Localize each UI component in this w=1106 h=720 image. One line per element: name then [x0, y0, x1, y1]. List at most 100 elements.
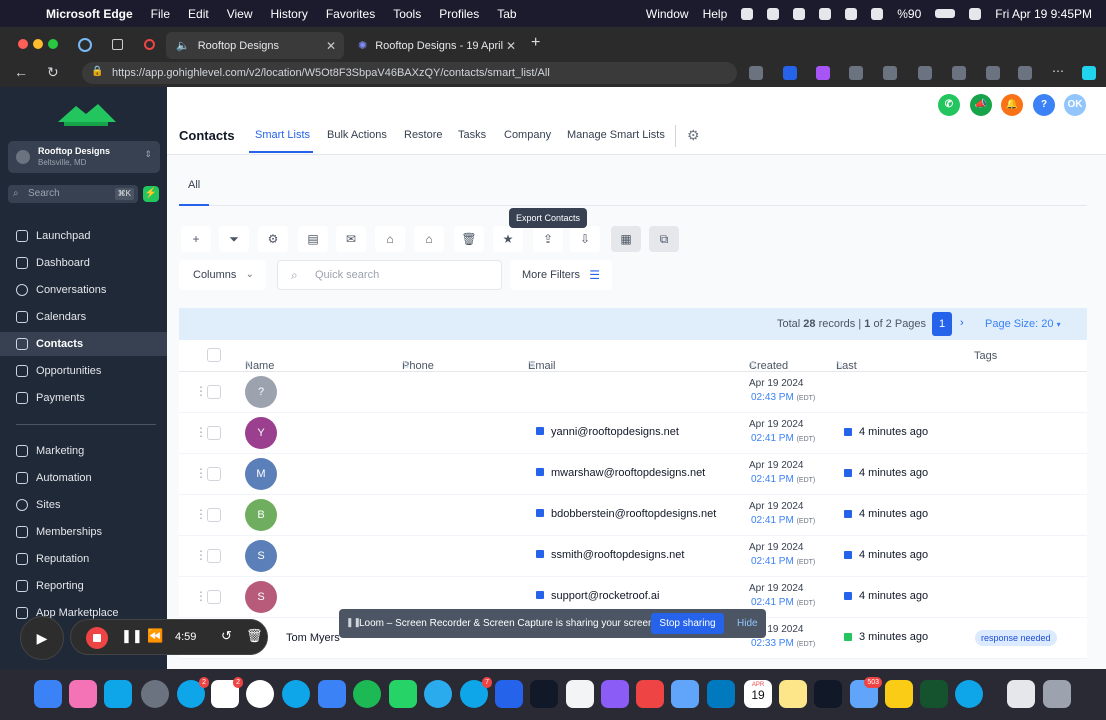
- contact-email[interactable]: mwarshaw@rooftopdesigns.net: [551, 467, 705, 479]
- tab-rooftop-designs-loom[interactable]: ✺ Rooftop Designs - 19 April 202 ✕: [348, 32, 524, 59]
- sidebar-item-memberships[interactable]: Memberships: [0, 520, 167, 544]
- export-icon[interactable]: ⇪: [533, 226, 563, 252]
- remove-tag-icon[interactable]: ⌂: [414, 226, 444, 252]
- maximize-window-button[interactable]: [48, 39, 58, 49]
- drag-handle-icon[interactable]: ⋮: [195, 425, 207, 439]
- tag-badge[interactable]: response needed: [975, 630, 1057, 646]
- filter-icon[interactable]: ⏷: [219, 226, 249, 252]
- system-settings-icon[interactable]: [141, 680, 169, 708]
- stop-sharing-button[interactable]: Stop sharing: [651, 613, 724, 634]
- app-icon[interactable]: [671, 680, 699, 708]
- sidebar-item-launchpad[interactable]: Launchpad: [0, 224, 167, 248]
- activity-monitor-icon[interactable]: [920, 680, 948, 708]
- table-row[interactable]: ⋮ Yyanni@rooftopdesigns.net Apr 19 2024 02:…: [179, 413, 1087, 454]
- restart-icon[interactable]: ↺: [221, 628, 232, 644]
- downloads-folder-icon[interactable]: [1007, 680, 1035, 708]
- contact-email[interactable]: support@rocketroof.ai: [551, 590, 659, 602]
- menu-tools[interactable]: Tools: [393, 7, 421, 21]
- menu-help[interactable]: Help: [703, 7, 728, 21]
- sidebar-item-marketing[interactable]: Marketing: [0, 439, 167, 463]
- row-checkbox[interactable]: [207, 385, 221, 399]
- row-checkbox[interactable]: [207, 467, 221, 481]
- menu-history[interactable]: History: [271, 7, 308, 21]
- menu-tab[interactable]: Tab: [497, 7, 516, 21]
- more-filters-button[interactable]: More Filters ☰: [510, 260, 612, 290]
- new-tab-icon[interactable]: +: [531, 34, 540, 52]
- skype-icon[interactable]: 7: [460, 677, 492, 708]
- refresh-icon[interactable]: ↻: [47, 64, 59, 81]
- back-icon[interactable]: ←: [14, 64, 28, 80]
- sidebar-item-opportunities[interactable]: Opportunities: [0, 359, 167, 383]
- menu-app-name[interactable]: Microsoft Edge: [46, 7, 133, 21]
- sidebar-item-reputation[interactable]: Reputation: [0, 547, 167, 571]
- help-icon[interactable]: ?: [1033, 94, 1055, 116]
- import-icon[interactable]: ⇩: [570, 226, 600, 252]
- app-icon[interactable]: [885, 680, 913, 708]
- quick-search-input[interactable]: ⌕ Quick search: [277, 260, 502, 290]
- columns-button[interactable]: Columns ⌄: [179, 260, 266, 290]
- sidebar-search[interactable]: ⌕ Search ⌘K: [8, 185, 138, 203]
- skype-icon[interactable]: 2: [177, 677, 209, 708]
- status-icon[interactable]: [793, 7, 806, 20]
- contact-email[interactable]: yanni@rooftopdesigns.net: [551, 426, 679, 438]
- app-icon[interactable]: [636, 680, 664, 708]
- trash-icon[interactable]: [1043, 680, 1071, 708]
- select-all-checkbox[interactable]: [207, 348, 221, 362]
- sidebar-item-conversations[interactable]: Conversations: [0, 278, 167, 302]
- automation-robot-icon[interactable]: ⚙: [258, 226, 288, 252]
- status-icon[interactable]: [741, 7, 754, 20]
- contact-name[interactable]: Tom Myers: [286, 632, 340, 644]
- hide-button[interactable]: Hide: [737, 618, 758, 629]
- menu-view[interactable]: View: [227, 7, 253, 21]
- control-center-icon[interactable]: [969, 7, 982, 20]
- trello-icon[interactable]: [707, 680, 735, 708]
- location-switcher[interactable]: Rooftop Designs Beltsville, MD ⇕: [8, 141, 160, 173]
- vscode-icon[interactable]: [495, 680, 523, 708]
- sidebar-item-automation[interactable]: Automation: [0, 466, 167, 490]
- calendar-app-icon[interactable]: APR 19: [744, 680, 772, 708]
- wifi-icon[interactable]: [871, 7, 884, 20]
- whatsapp-icon[interactable]: [389, 680, 417, 708]
- menubar-clock[interactable]: Fri Apr 19 9:45PM: [995, 7, 1092, 21]
- next-page-icon[interactable]: ›: [960, 317, 964, 329]
- drag-handle-icon[interactable]: ⋮: [195, 507, 207, 521]
- close-tab-icon[interactable]: ✕: [326, 39, 336, 53]
- row-checkbox[interactable]: [207, 549, 221, 563]
- extension-icon[interactable]: [849, 66, 863, 80]
- camera-icon[interactable]: ▶︎: [20, 616, 64, 660]
- merge-icon[interactable]: ⧉: [649, 226, 679, 252]
- spotify-icon[interactable]: [353, 680, 381, 708]
- profile-icon[interactable]: [78, 38, 92, 52]
- browser-essentials-icon[interactable]: [1018, 66, 1032, 80]
- telegram-icon[interactable]: [424, 680, 452, 708]
- delete-icon[interactable]: 🗑: [454, 226, 484, 252]
- quick-action-bolt-icon[interactable]: ⚡: [143, 186, 159, 202]
- tab-manage-smart-lists[interactable]: Manage Smart Lists: [567, 129, 665, 141]
- sidebar-item-sites[interactable]: Sites: [0, 493, 167, 517]
- tab-restore[interactable]: Restore: [404, 129, 443, 141]
- skype-icon[interactable]: [955, 680, 983, 708]
- github-icon[interactable]: [601, 680, 629, 708]
- close-window-button[interactable]: [18, 39, 28, 49]
- drag-handle-icon[interactable]: ⋮: [195, 589, 207, 603]
- menu-profiles[interactable]: Profiles: [439, 7, 479, 21]
- sidebar-item-contacts[interactable]: Contacts: [0, 332, 167, 356]
- extension-icon[interactable]: [783, 66, 797, 80]
- url-field[interactable]: 🔒 https://app.gohighlevel.com/v2/locatio…: [82, 62, 737, 84]
- megaphone-icon[interactable]: 📣: [970, 94, 992, 116]
- menu-file[interactable]: File: [151, 7, 170, 21]
- notes-icon[interactable]: [779, 680, 807, 708]
- slack-icon[interactable]: 2: [211, 677, 243, 708]
- row-checkbox[interactable]: [207, 508, 221, 522]
- menu-favorites[interactable]: Favorites: [326, 7, 375, 21]
- add-contact-button[interactable]: +: [181, 226, 211, 252]
- contact-email[interactable]: ssmith@rooftopdesigns.net: [551, 549, 684, 561]
- sidebar-item-payments[interactable]: Payments: [0, 386, 167, 410]
- smartlist-tab-all[interactable]: All: [188, 179, 200, 191]
- battery-icon[interactable]: [935, 9, 956, 18]
- close-tab-icon[interactable]: ✕: [506, 39, 516, 53]
- tab-bulk-actions[interactable]: Bulk Actions: [327, 129, 387, 141]
- email-icon[interactable]: ✉: [336, 226, 366, 252]
- chrome-icon[interactable]: [246, 680, 274, 708]
- tab-smart-lists[interactable]: Smart Lists: [255, 129, 310, 141]
